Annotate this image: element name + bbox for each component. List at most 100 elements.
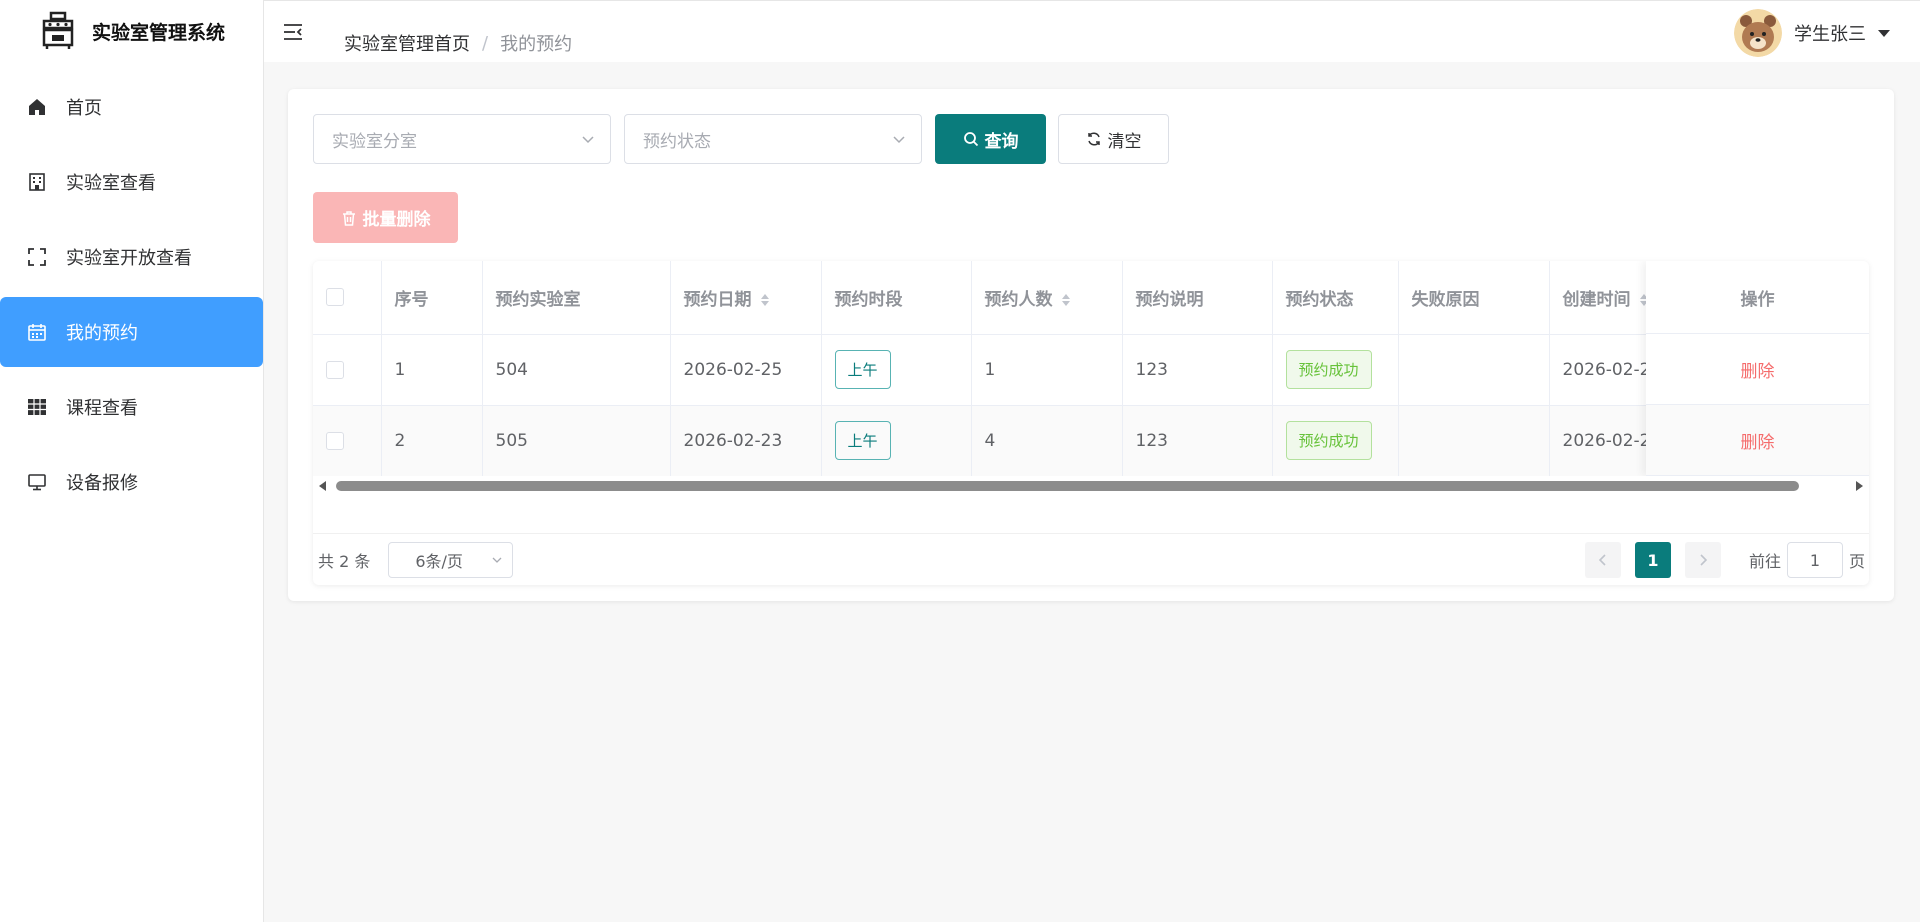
sidebar: 实验室管理系统 首页 实验室查看 实验室开放查看 我的预约 课程查看 设备报修 xyxy=(0,0,264,922)
lab-select[interactable]: 实验室分室 xyxy=(313,114,611,164)
row-select[interactable] xyxy=(313,334,382,406)
status-select-placeholder: 预约状态 xyxy=(643,131,711,152)
fullscreen-icon xyxy=(26,246,48,268)
cell-index: 2 xyxy=(381,405,483,477)
scroll-left-arrow-icon[interactable] xyxy=(319,481,326,491)
cell-reason xyxy=(1398,334,1550,406)
cell-status: 预约成功 xyxy=(1272,405,1399,477)
cell-reason xyxy=(1398,405,1550,477)
query-button-label: 查询 xyxy=(984,131,1019,152)
page-size-value: 6条/页 xyxy=(415,551,463,571)
row-checkbox[interactable] xyxy=(326,360,344,379)
prev-page-button[interactable] xyxy=(1584,542,1621,578)
horizontal-scrollbar[interactable] xyxy=(313,476,1869,494)
chevron-left-icon xyxy=(1598,554,1606,566)
column-header-sortable[interactable]: 预约人数 xyxy=(971,261,1123,335)
sidebar-item-label: 首页 xyxy=(66,98,102,119)
delete-link[interactable]: 删除 xyxy=(1646,334,1869,405)
filter-row: 实验室分室 预约状态 查询 清空 xyxy=(313,114,1169,164)
column-header: 预约时段 xyxy=(821,261,972,335)
delete-link[interactable]: 删除 xyxy=(1646,405,1869,476)
monitor-icon xyxy=(26,471,48,493)
grid-icon xyxy=(26,396,48,418)
pagination: 共 2 条 6条/页 1 前往 1 页 xyxy=(313,533,1869,585)
sidebar-item-label: 我的预约 xyxy=(66,323,138,344)
app-title: 实验室管理系统 xyxy=(92,21,226,44)
lab-logo-icon xyxy=(42,11,74,49)
column-header-label: 创建时间 xyxy=(1562,289,1631,310)
breadcrumb: 实验室管理首页 / 我的预约 xyxy=(344,30,572,56)
period-tag: 上午 xyxy=(834,421,891,460)
sidebar-item-label: 设备报修 xyxy=(66,473,138,494)
clear-button[interactable]: 清空 xyxy=(1058,114,1169,164)
cell-lab: 504 xyxy=(482,334,671,406)
cell-period: 上午 xyxy=(821,405,972,477)
sidebar-item-lab-view[interactable]: 实验室查看 xyxy=(0,147,263,217)
column-header: 预约状态 xyxy=(1272,261,1399,335)
table-row: 2 505 2026-02-23 上午 4 123 预约成功 2026-02-2… xyxy=(313,405,1690,477)
header-select-all[interactable] xyxy=(313,261,382,335)
row-select[interactable] xyxy=(313,405,382,477)
pagination-total: 共 2 条 xyxy=(318,551,371,571)
sidebar-item-home[interactable]: 首页 xyxy=(0,72,263,142)
cell-index: 1 xyxy=(381,334,483,406)
period-tag: 上午 xyxy=(834,350,891,389)
actions-header: 操作 xyxy=(1646,261,1869,334)
caret-down-icon xyxy=(1878,29,1890,37)
reservations-table: 序号 预约实验室 预约日期 预约时段 预约人数 预约说明 预约状态 失败原因 创… xyxy=(313,261,1869,585)
calendar-icon xyxy=(26,321,48,343)
chevron-down-icon xyxy=(492,557,502,563)
column-header: 预约说明 xyxy=(1122,261,1273,335)
sort-icon[interactable] xyxy=(1061,293,1071,307)
cell-people: 4 xyxy=(971,405,1123,477)
goto-suffix: 页 xyxy=(1848,552,1865,571)
page-number-button[interactable]: 1 xyxy=(1634,542,1671,578)
breadcrumb-home[interactable]: 实验室管理首页 xyxy=(344,30,470,56)
actions-column: 操作 删除 删除 xyxy=(1646,261,1869,476)
brand: 实验室管理系统 xyxy=(0,0,263,62)
cell-lab: 505 xyxy=(482,405,671,477)
fold-menu-icon[interactable] xyxy=(282,21,304,43)
column-header-label: 预约日期 xyxy=(683,289,752,310)
chevron-down-icon xyxy=(893,136,905,144)
pagination-controls: 1 前往 1 页 xyxy=(1584,542,1865,578)
cell-status: 预约成功 xyxy=(1272,334,1399,406)
sidebar-item-course-view[interactable]: 课程查看 xyxy=(0,372,263,442)
avatar xyxy=(1734,9,1782,57)
chevron-right-icon xyxy=(1700,554,1708,566)
table-header-row: 序号 预约实验室 预约日期 预约时段 预约人数 预约说明 预约状态 失败原因 创… xyxy=(313,261,1690,335)
search-icon xyxy=(963,132,978,147)
lab-select-placeholder: 实验室分室 xyxy=(332,131,417,152)
goto-label: 前往 xyxy=(1748,552,1781,571)
column-header-sortable[interactable]: 预约日期 xyxy=(670,261,822,335)
row-checkbox[interactable] xyxy=(326,431,344,450)
table-row: 1 504 2026-02-25 上午 1 123 预约成功 2026-02-2… xyxy=(313,334,1690,406)
cell-period: 上午 xyxy=(821,334,972,406)
select-all-checkbox[interactable] xyxy=(326,288,344,307)
sidebar-item-my-reservations[interactable]: 我的预约 xyxy=(0,297,263,367)
cell-date: 2026-02-23 xyxy=(670,405,822,477)
cell-note: 123 xyxy=(1122,405,1273,477)
batch-delete-button[interactable]: 批量删除 xyxy=(313,192,458,243)
trash-icon xyxy=(342,210,355,226)
sort-icon[interactable] xyxy=(760,293,770,307)
top-header: 实验室管理首页 / 我的预约 学生张三 xyxy=(264,0,1920,62)
status-select[interactable]: 预约状态 xyxy=(624,114,922,164)
query-button[interactable]: 查询 xyxy=(935,114,1046,164)
next-page-button[interactable] xyxy=(1684,542,1721,578)
sidebar-item-lab-open-view[interactable]: 实验室开放查看 xyxy=(0,222,263,292)
breadcrumb-separator: / xyxy=(482,32,489,54)
home-icon xyxy=(26,96,48,118)
status-badge: 预约成功 xyxy=(1285,350,1372,389)
page-size-select[interactable]: 6条/页 xyxy=(388,541,514,578)
scrollbar-thumb[interactable] xyxy=(336,481,1799,491)
sidebar-menu: 首页 实验室查看 实验室开放查看 我的预约 课程查看 设备报修 xyxy=(0,72,263,517)
sidebar-item-label: 实验室查看 xyxy=(66,173,156,194)
scroll-right-arrow-icon[interactable] xyxy=(1856,481,1863,491)
sidebar-item-equipment-repair[interactable]: 设备报修 xyxy=(0,447,263,517)
cell-date: 2026-02-25 xyxy=(670,334,822,406)
goto-page-input[interactable]: 1 xyxy=(1786,542,1843,578)
cell-people: 1 xyxy=(971,334,1123,406)
user-menu[interactable]: 学生张三 xyxy=(1734,9,1890,57)
status-badge: 预约成功 xyxy=(1285,421,1372,460)
